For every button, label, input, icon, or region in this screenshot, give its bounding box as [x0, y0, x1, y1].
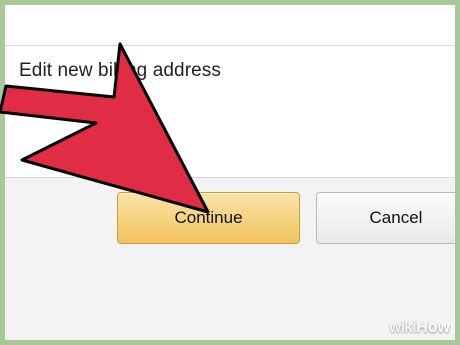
watermark-prefix: wiki — [389, 319, 417, 336]
edit-address-label: Edit new billing address — [19, 60, 222, 81]
continue-button[interactable]: Continue — [117, 192, 300, 244]
wikihow-watermark: wikiHow — [390, 319, 450, 337]
screenshot-frame: Edit new billing address Continue Cancel — [0, 0, 460, 345]
top-strip — [5, 5, 455, 46]
cancel-button[interactable]: Cancel — [316, 192, 455, 244]
edit-address-section[interactable]: Edit new billing address — [5, 46, 455, 178]
watermark-suffix: How — [416, 319, 450, 336]
